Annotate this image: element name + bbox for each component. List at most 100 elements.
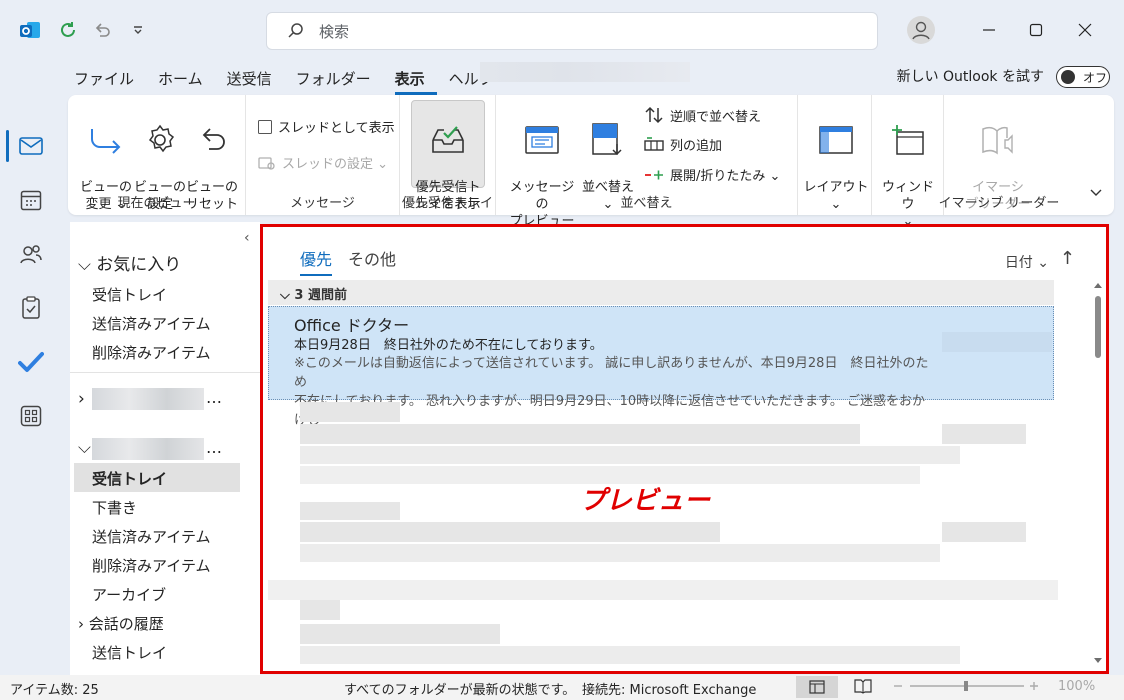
sort-direction-icon[interactable]: ↑ xyxy=(1060,248,1075,269)
folder-sent[interactable]: 送信済みアイテム xyxy=(92,526,211,547)
tab-focused[interactable]: 優先 xyxy=(300,246,333,276)
folder-outbox[interactable]: 送信トレイ xyxy=(92,642,167,663)
layout-label: レイアウト ⌄ xyxy=(803,180,869,212)
thread-settings-icon xyxy=(258,156,275,170)
expand-collapse-label: 展開/折りたたみ ⌄ xyxy=(670,169,781,184)
chevron-down-icon: ⌵ xyxy=(78,438,91,458)
mail-list-scrollbar[interactable] xyxy=(1092,278,1104,670)
close-button[interactable] xyxy=(1062,14,1108,46)
favorite-inbox[interactable]: 受信トレイ xyxy=(92,284,167,305)
show-focused-inbox-content[interactable]: 優先受信ト レイを表示 xyxy=(411,103,485,213)
reading-view-button[interactable] xyxy=(854,678,872,698)
avatar[interactable] xyxy=(898,14,944,46)
show-focused-label: 優先受信ト レイを表示 xyxy=(415,180,481,212)
search-icon xyxy=(288,23,303,38)
tab-home[interactable]: ホーム xyxy=(158,66,215,95)
add-column-icon xyxy=(644,136,664,151)
tab-view[interactable]: 表示 xyxy=(394,66,437,95)
blurred-mail-row xyxy=(268,580,1058,600)
customize-toolbar-icon[interactable] xyxy=(126,18,150,42)
thread-settings-label: スレッドの設定 ⌄ xyxy=(282,157,389,172)
favorite-sent[interactable]: 送信済みアイテム xyxy=(92,313,211,334)
people-icon[interactable] xyxy=(15,238,47,270)
favorites-header[interactable]: ⌵ お気に入り xyxy=(78,250,181,275)
tasks-icon[interactable] xyxy=(15,292,47,324)
blurred-date xyxy=(942,522,1026,542)
mail-group-header[interactable]: ⌵ 3 週間前 xyxy=(268,280,1054,305)
minimize-button[interactable] xyxy=(966,14,1012,46)
blurred-area xyxy=(480,62,690,82)
todo-check-icon[interactable] xyxy=(15,346,47,378)
sync-status: すべてのフォルダーが最新の状態です。 xyxy=(344,683,576,698)
reverse-sort-button[interactable]: 逆順で並べ替え xyxy=(644,105,761,125)
ribbon-group-current-view: ビューの 変更 ⌄ ビューの 設定 ビューの リセット 現在のビュー xyxy=(68,95,246,215)
normal-view-button[interactable] xyxy=(796,676,838,698)
undo-icon[interactable] xyxy=(90,18,114,42)
current-view-group-label: 現在のビュー xyxy=(117,196,196,211)
add-column-label: 列の追加 xyxy=(670,139,723,154)
tab-other[interactable]: その他 xyxy=(348,246,396,276)
window-icon xyxy=(888,120,928,160)
expand-collapse-button[interactable]: 展開/折りたたみ ⌄ xyxy=(644,165,780,184)
new-outlook-toggle[interactable]: オフ xyxy=(1056,66,1110,88)
zoom-level: 100% xyxy=(1058,679,1096,694)
outlook-logo-icon xyxy=(18,18,42,42)
zoom-slider[interactable] xyxy=(892,678,1042,698)
folder-deleted[interactable]: 削除済みアイテム xyxy=(92,555,211,576)
tab-file[interactable]: ファイル xyxy=(74,66,146,95)
blurred-mail-row xyxy=(300,646,960,664)
mail-group-header-label: 3 週間前 xyxy=(294,288,347,303)
menu-tabs: ファイル ホーム 送受信 フォルダー 表示 ヘルプ xyxy=(74,66,518,95)
show-as-thread-label: スレッドとして表示 xyxy=(278,121,395,136)
ribbon-expand-chevron-icon[interactable] xyxy=(1090,186,1102,201)
sync-icon[interactable] xyxy=(56,18,80,42)
rail-active-indicator xyxy=(6,130,9,162)
tab-folder[interactable]: フォルダー xyxy=(296,66,383,95)
layout-icon xyxy=(816,120,856,160)
mail-sender: Office ドクター xyxy=(294,316,410,335)
layout-button[interactable]: レイアウト ⌄ xyxy=(802,103,870,213)
reset-view-icon xyxy=(192,120,232,160)
folder-conversation-history-label: 会話の履歴 xyxy=(88,615,164,633)
new-outlook-label: 新しい Outlook を試す xyxy=(896,69,1044,85)
preview-annotation-label: プレビュー xyxy=(580,486,711,516)
ribbon: ビューの 変更 ⌄ ビューの 設定 ビューの リセット 現在のビュー スレッドと… xyxy=(68,95,1114,246)
mail-preview-line-1: ※このメールは自動返信によって送信されています。 誠に申し訳ありませんが、本日9… xyxy=(294,356,929,390)
chevron-down-icon: ⌵ xyxy=(280,288,295,303)
sort-by-date[interactable]: 日付 ⌄ xyxy=(1005,252,1049,272)
calendar-icon[interactable] xyxy=(15,184,47,216)
add-column-button[interactable]: 列の追加 xyxy=(644,135,722,154)
folder-drafts[interactable]: 下書き xyxy=(92,497,137,518)
change-view-icon xyxy=(86,120,126,160)
window-button[interactable]: ウィンドウ ⌄ xyxy=(876,103,940,230)
reading-view-icon xyxy=(854,679,872,694)
apps-grid-icon[interactable] xyxy=(15,400,47,432)
account-1-ellipsis: … xyxy=(206,388,222,407)
folder-archive[interactable]: アーカイブ xyxy=(92,584,166,605)
search-box[interactable]: 検索 xyxy=(266,12,878,50)
sort-icon xyxy=(588,120,628,160)
account-2-header[interactable]: ⌵ xyxy=(78,438,91,458)
search-placeholder: 検索 xyxy=(319,22,350,41)
thread-settings-button[interactable]: スレッドの設定 ⌄ xyxy=(258,153,388,172)
show-as-thread-checkbox[interactable]: スレッドとして表示 xyxy=(258,117,395,136)
divider xyxy=(70,372,260,373)
tab-send-receive[interactable]: 送受信 xyxy=(227,66,284,95)
immersive-group-label: イマーシブ リーダー xyxy=(938,196,1060,211)
ribbon-group-immersive-reader: イマーシ ブリーダー イマーシブ リーダー xyxy=(939,95,1059,215)
folder-conversation-history[interactable]: › 会話の履歴 xyxy=(78,613,164,634)
favorites-header-label: お気に入り xyxy=(96,255,182,275)
folder-inbox[interactable]: 受信トレイ xyxy=(92,468,167,489)
collapse-pane-chevron-icon[interactable]: ‹ xyxy=(244,230,250,246)
message-preview-icon xyxy=(522,120,562,160)
blurred-mail-row xyxy=(300,600,340,620)
mail-icon[interactable] xyxy=(15,130,47,162)
favorite-deleted[interactable]: 削除済みアイテム xyxy=(92,342,211,363)
blurred-account-name xyxy=(92,438,204,460)
inbox-tabs: 優先 その他 xyxy=(300,246,396,276)
title-bar: 検索 xyxy=(0,0,1124,60)
maximize-button[interactable] xyxy=(1013,14,1059,46)
expand-collapse-icon xyxy=(645,170,663,179)
toggle-knob xyxy=(1061,70,1075,84)
account-1-header[interactable]: › xyxy=(78,389,85,409)
